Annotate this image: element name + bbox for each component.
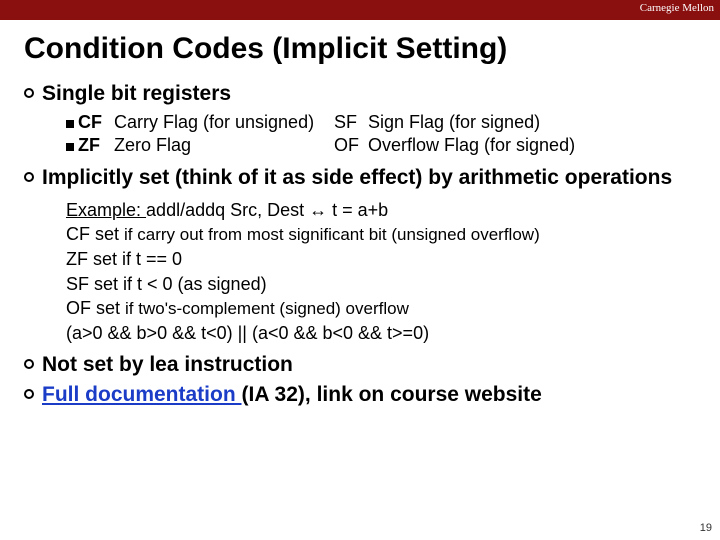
flag-sf-desc: Sign Flag (for signed) [368, 112, 540, 133]
bullet-icon [24, 389, 34, 399]
flag-zf-desc: Zero Flag [114, 135, 334, 156]
square-icon [66, 120, 74, 128]
flag-of-desc: Overflow Flag (for signed) [368, 135, 575, 156]
bullet-1: Single bit registers [24, 82, 700, 106]
example-line-1: Example: addl/addq Src, Dest ↔ t = a+b [66, 198, 700, 222]
example-line-5: OF set if two's-complement (signed) over… [66, 296, 700, 321]
bullet-4: Full documentation (IA 32), link on cour… [24, 383, 700, 407]
page-number: 19 [700, 522, 712, 534]
example-line-4: SF set if t < 0 (as signed) [66, 272, 700, 296]
flags-row-1: CF Carry Flag (for unsigned) SF Sign Fla… [66, 112, 700, 133]
flags-row-2: ZF Zero Flag OF Overflow Flag (for signe… [66, 135, 700, 156]
flags-block: CF Carry Flag (for unsigned) SF Sign Fla… [66, 112, 700, 156]
flag-zf-code: ZF [78, 135, 114, 156]
header-bar: Carnegie Mellon [0, 0, 720, 20]
bullet-1-text: Single bit registers [42, 82, 231, 106]
full-documentation-link[interactable]: Full documentation [42, 383, 242, 406]
brand-label: Carnegie Mellon [640, 2, 714, 14]
example-line-6: (a>0 && b>0 && t<0) || (a<0 && b<0 && t>… [66, 321, 700, 345]
bullet-3-text: Not set by lea instruction [42, 353, 293, 377]
example-code: addl/addq Src, Dest ↔ t = a+b [146, 200, 388, 220]
bullet-4-text: Full documentation (IA 32), link on cour… [42, 383, 542, 407]
flag-cf-desc: Carry Flag (for unsigned) [114, 112, 334, 133]
example-line-2: CF set if carry out from most significan… [66, 222, 700, 247]
flag-of-code: OF [334, 135, 368, 156]
bullet-2: Implicitly set (think of it as side effe… [24, 166, 700, 190]
example-line-3: ZF set if t == 0 [66, 247, 700, 271]
slide-content: Single bit registers CF Carry Flag (for … [24, 82, 700, 407]
flag-sf-code: SF [334, 112, 368, 133]
bullet-icon [24, 359, 34, 369]
example-block: Example: addl/addq Src, Dest ↔ t = a+b C… [66, 198, 700, 345]
bullet-icon [24, 88, 34, 98]
bullet-2-text: Implicitly set (think of it as side effe… [42, 166, 672, 190]
bullet-icon [24, 172, 34, 182]
flag-cf-code: CF [78, 112, 114, 133]
bullet-3: Not set by lea instruction [24, 353, 700, 377]
example-label: Example: [66, 200, 146, 220]
slide-title: Condition Codes (Implicit Setting) [24, 32, 720, 66]
square-icon [66, 143, 74, 151]
bullet-4-tail: (IA 32), link on course website [242, 383, 542, 406]
